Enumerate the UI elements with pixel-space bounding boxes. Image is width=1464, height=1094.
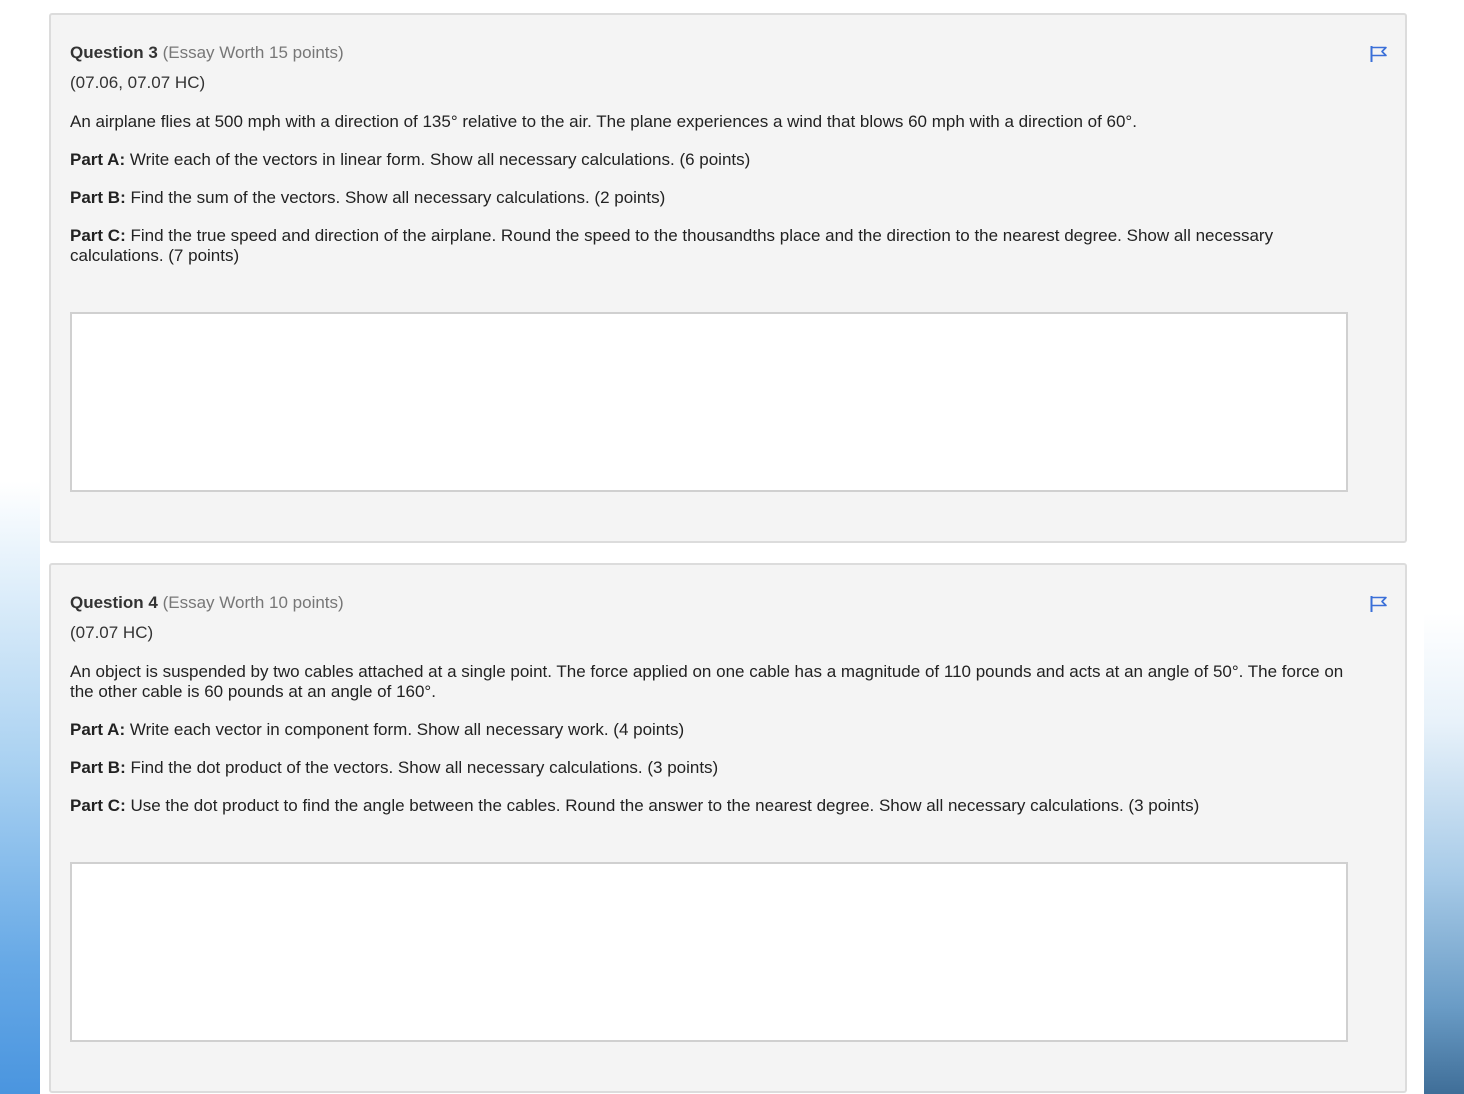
question-card-4: Question 4 (Essay Worth 10 points) (07.0… (49, 563, 1407, 1093)
part-a-label: Part A: (70, 720, 126, 739)
part-a: Part A: Write each of the vectors in lin… (70, 150, 1360, 170)
part-b-label: Part B: (70, 188, 126, 207)
standard-code: (07.07 HC) (70, 623, 154, 642)
part-b-text: Find the dot product of the vectors. Sho… (130, 758, 719, 777)
part-c: Part C: Use the dot product to find the … (70, 796, 1360, 816)
part-c-label: Part C: (70, 226, 126, 245)
part-b-label: Part B: (70, 758, 126, 777)
part-c-label: Part C: (70, 796, 126, 815)
part-a-text: Write each vector in component form. Sho… (129, 720, 685, 739)
part-b-text: Find the sum of the vectors. Show all ne… (130, 188, 666, 207)
part-b: Part B: Find the sum of the vectors. Sho… (70, 188, 1360, 208)
answer-textarea[interactable] (70, 312, 1348, 492)
part-a-text: Write each of the vectors in linear form… (129, 150, 751, 169)
question-number: Question 4 (70, 593, 158, 612)
flag-icon[interactable] (1369, 45, 1389, 63)
question-prompt: An airplane flies at 500 mph with a dire… (70, 112, 1137, 131)
question-worth: (Essay Worth 10 points) (162, 593, 344, 612)
part-a-label: Part A: (70, 150, 126, 169)
question-worth: (Essay Worth 15 points) (162, 43, 344, 62)
question-content: Question 3 (Essay Worth 15 points) (07.0… (70, 42, 1360, 266)
part-c-text: Find the true speed and direction of the… (70, 226, 1274, 265)
question-number: Question 3 (70, 43, 158, 62)
part-b: Part B: Find the dot product of the vect… (70, 758, 1360, 778)
part-c-text: Use the dot product to find the angle be… (130, 796, 1200, 815)
question-header: Question 3 (Essay Worth 15 points) (70, 42, 1360, 64)
question-header: Question 4 (Essay Worth 10 points) (70, 592, 1360, 614)
question-card-3: Question 3 (Essay Worth 15 points) (07.0… (49, 13, 1407, 543)
answer-textarea[interactable] (70, 862, 1348, 1042)
background-left-gradient (0, 0, 40, 1094)
flag-icon[interactable] (1369, 595, 1389, 613)
question-prompt: An object is suspended by two cables att… (70, 662, 1344, 701)
part-c: Part C: Find the true speed and directio… (70, 226, 1360, 266)
standard-code: (07.06, 07.07 HC) (70, 73, 206, 92)
question-content: Question 4 (Essay Worth 10 points) (07.0… (70, 592, 1360, 816)
part-a: Part A: Write each vector in component f… (70, 720, 1360, 740)
background-right-gradient (1424, 0, 1464, 1094)
